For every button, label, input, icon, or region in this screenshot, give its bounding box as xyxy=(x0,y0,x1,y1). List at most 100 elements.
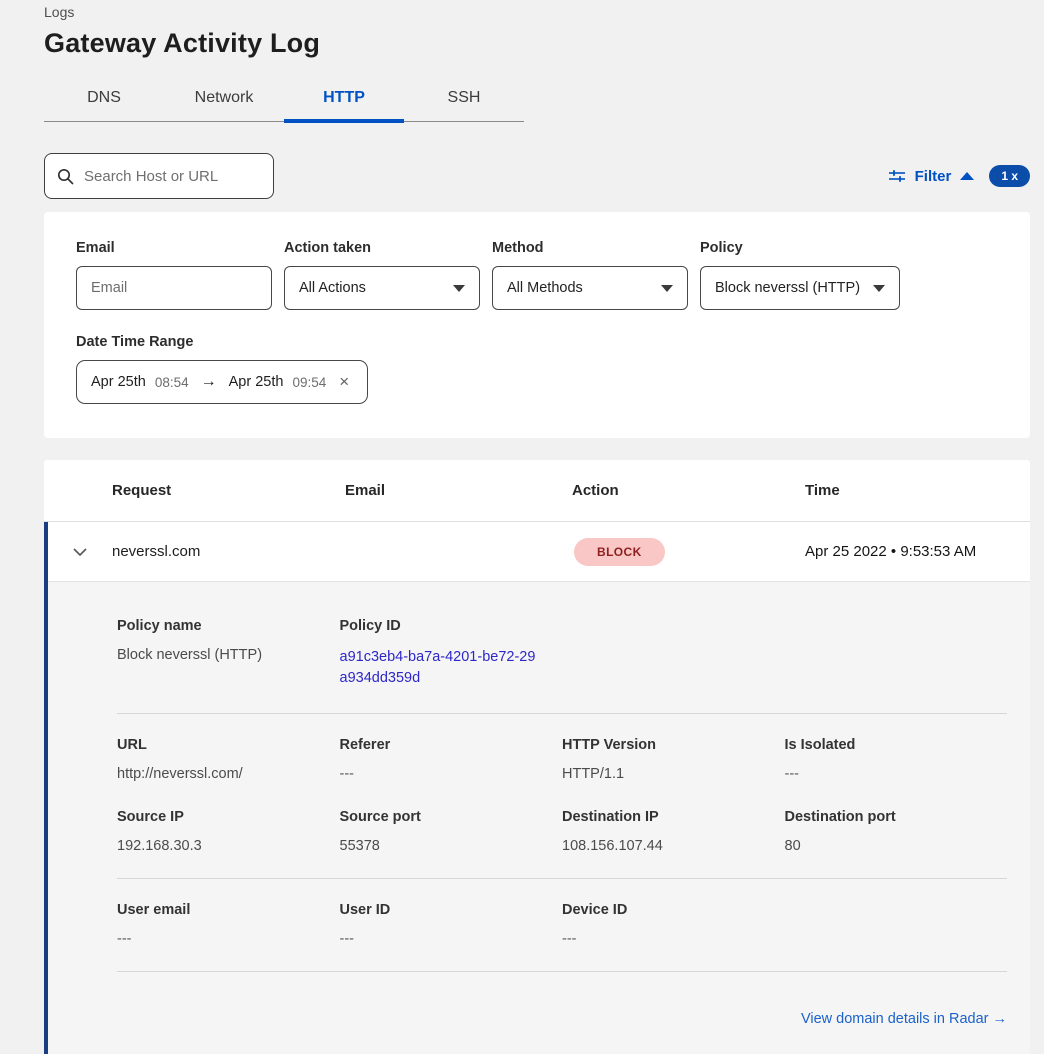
policy-name-field: Policy name Block neverssl (HTTP) xyxy=(117,618,340,689)
destination-port-label: Destination port xyxy=(785,809,1008,825)
breadcrumb[interactable]: Logs xyxy=(44,4,1030,20)
device-id-label: Device ID xyxy=(562,902,785,918)
empty-cell xyxy=(562,618,785,689)
email-label: Email xyxy=(76,240,272,256)
col-action: Action xyxy=(572,482,805,499)
user-email-value: --- xyxy=(117,931,340,947)
source-ip-value: 192.168.30.3 xyxy=(117,838,340,854)
destination-ip-field: Destination IP 108.156.107.44 xyxy=(562,809,785,854)
request-cell[interactable]: neverssl.com xyxy=(112,543,345,560)
block-status-badge: BLOCK xyxy=(574,538,665,566)
table-header: Request Email Action Time xyxy=(44,460,1030,522)
source-ip-label: Source IP xyxy=(117,809,340,825)
policy-id-label: Policy ID xyxy=(340,618,563,634)
section-divider xyxy=(117,971,1007,972)
table-row[interactable]: neverssl.com BLOCK Apr 25 2022 • 9:53:53… xyxy=(48,522,1030,582)
activity-table: Request Email Action Time neverssl.com B… xyxy=(44,460,1030,1054)
radar-link-row: View domain details in Radar → xyxy=(117,995,1007,1054)
is-isolated-label: Is Isolated xyxy=(785,737,1008,753)
email-input[interactable] xyxy=(76,266,272,310)
start-date: Apr 25th xyxy=(91,374,146,390)
end-time: 09:54 xyxy=(292,375,326,390)
method-select[interactable]: All Methods xyxy=(492,266,688,310)
empty-cell xyxy=(785,902,1008,947)
col-time: Time xyxy=(805,482,1030,499)
destination-ip-label: Destination IP xyxy=(562,809,785,825)
referer-field: Referer --- xyxy=(340,737,563,782)
chevron-up-icon[interactable] xyxy=(960,172,974,180)
log-type-tabs: DNS Network HTTP SSH xyxy=(44,79,524,122)
filter-field-email: Email xyxy=(76,240,272,310)
http-version-label: HTTP Version xyxy=(562,737,785,753)
tab-http[interactable]: HTTP xyxy=(284,79,404,121)
policy-name-value: Block neverssl (HTTP) xyxy=(117,647,340,663)
action-taken-select[interactable]: All Actions xyxy=(284,266,480,310)
date-range-picker[interactable]: Apr 25th 08:54 → Apr 25th 09:54 × xyxy=(76,360,368,404)
tab-network[interactable]: Network xyxy=(164,79,284,121)
destination-ip-value: 108.156.107.44 xyxy=(562,838,785,854)
col-email: Email xyxy=(345,482,572,499)
url-field: URL http://neverssl.com/ xyxy=(117,737,340,782)
user-email-label: User email xyxy=(117,902,340,918)
view-radar-link[interactable]: View domain details in Radar → xyxy=(801,1011,1007,1027)
chevron-down-icon xyxy=(873,285,885,292)
search-input[interactable] xyxy=(84,168,261,185)
tab-ssh[interactable]: SSH xyxy=(404,79,524,121)
empty-cell xyxy=(785,618,1008,689)
is-isolated-field: Is Isolated --- xyxy=(785,737,1008,782)
search-icon xyxy=(57,168,74,185)
filter-row-1: Email Action taken All Actions Method Al… xyxy=(76,240,998,310)
policy-value: Block neverssl (HTTP) xyxy=(715,280,860,296)
page-title: Gateway Activity Log xyxy=(44,28,1030,59)
filter-field-policy: Policy Block neverssl (HTTP) xyxy=(700,240,900,310)
action-taken-value: All Actions xyxy=(299,280,366,296)
policy-id-field: Policy ID a91c3eb4-ba7a-4201-be72-29a934… xyxy=(340,618,563,689)
chevron-down-icon xyxy=(661,285,673,292)
row-detail-panel: Policy name Block neverssl (HTTP) Policy… xyxy=(48,582,1030,1054)
time-cell: Apr 25 2022 • 9:53:53 AM xyxy=(805,543,1030,560)
device-id-value: --- xyxy=(562,931,785,947)
url-label: URL xyxy=(117,737,340,753)
http-detail-row-1: URL http://neverssl.com/ Referer --- HTT… xyxy=(117,737,1007,782)
device-id-field: Device ID --- xyxy=(562,902,785,947)
policy-label: Policy xyxy=(700,240,900,256)
filter-row-2: Date Time Range Apr 25th 08:54 → Apr 25t… xyxy=(76,334,998,404)
section-divider xyxy=(117,878,1007,879)
user-detail-row: User email --- User ID --- Device ID --- xyxy=(117,902,1007,947)
source-port-label: Source port xyxy=(340,809,563,825)
policy-select[interactable]: Block neverssl (HTTP) xyxy=(700,266,900,310)
search-box[interactable] xyxy=(44,153,274,199)
section-divider xyxy=(117,713,1007,714)
clear-date-icon[interactable]: × xyxy=(339,372,349,392)
policy-id-link[interactable]: a91c3eb4-ba7a-4201-be72-29a934dd359d xyxy=(340,647,536,689)
col-request: Request xyxy=(112,482,345,499)
tab-dns[interactable]: DNS xyxy=(44,79,164,121)
http-version-field: HTTP Version HTTP/1.1 xyxy=(562,737,785,782)
filter-toggle-label[interactable]: Filter xyxy=(915,168,952,185)
referer-value: --- xyxy=(340,766,563,782)
filter-controls[interactable]: Filter 1 x xyxy=(888,165,1030,187)
policy-section: Policy name Block neverssl (HTTP) Policy… xyxy=(117,618,1007,689)
row-expander-chevron-icon[interactable] xyxy=(72,547,88,557)
filter-panel: Email Action taken All Actions Method Al… xyxy=(44,212,1030,438)
expanded-row-group: neverssl.com BLOCK Apr 25 2022 • 9:53:53… xyxy=(44,522,1030,1054)
destination-port-field: Destination port 80 xyxy=(785,809,1008,854)
policy-name-label: Policy name xyxy=(117,618,340,634)
chevron-down-icon xyxy=(453,285,465,292)
user-id-label: User ID xyxy=(340,902,563,918)
http-detail-row-2: Source IP 192.168.30.3 Source port 55378… xyxy=(117,809,1007,854)
gateway-activity-page: Logs Gateway Activity Log DNS Network HT… xyxy=(0,0,1044,1054)
source-ip-field: Source IP 192.168.30.3 xyxy=(117,809,340,854)
filter-field-action-taken: Action taken All Actions xyxy=(284,240,480,310)
filter-field-date-range: Date Time Range Apr 25th 08:54 → Apr 25t… xyxy=(76,334,368,404)
action-taken-label: Action taken xyxy=(284,240,480,256)
filter-count-badge[interactable]: 1 x xyxy=(989,165,1030,187)
is-isolated-value: --- xyxy=(785,766,1008,782)
referer-label: Referer xyxy=(340,737,563,753)
arrow-right-icon: → xyxy=(201,373,217,391)
source-port-value: 55378 xyxy=(340,838,563,854)
start-time: 08:54 xyxy=(155,375,189,390)
end-date: Apr 25th xyxy=(229,374,284,390)
source-port-field: Source port 55378 xyxy=(340,809,563,854)
http-version-value: HTTP/1.1 xyxy=(562,766,785,782)
